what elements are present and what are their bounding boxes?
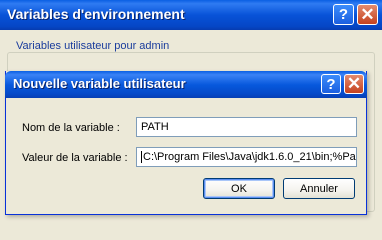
dialog-titlebar[interactable]: Nouvelle variable utilisateur ? ✕ bbox=[5, 71, 367, 98]
ok-button-label: OK bbox=[231, 182, 247, 195]
close-glyph: ✕ bbox=[346, 74, 362, 93]
help-icon[interactable]: ? bbox=[321, 74, 341, 94]
variable-name-value: PATH bbox=[141, 121, 169, 133]
text-caret bbox=[141, 151, 142, 163]
close-icon[interactable]: ✕ bbox=[357, 4, 378, 25]
window-title: Variables d'environnement bbox=[7, 6, 185, 22]
variable-name-field[interactable]: PATH bbox=[136, 117, 357, 137]
dialog-title: Nouvelle variable utilisateur bbox=[13, 76, 186, 91]
new-user-variable-dialog: Nouvelle variable utilisateur ? ✕ Nom de… bbox=[5, 71, 367, 215]
help-glyph: ? bbox=[326, 75, 336, 93]
dialog-body: Nom de la variable : PATH Valeur de la v… bbox=[6, 98, 366, 214]
cancel-button-label: Annuler bbox=[300, 182, 338, 195]
close-glyph: ✕ bbox=[360, 4, 375, 24]
variable-value-value: C:\Program Files\Java\jdk1.6.0_21\bin;%P… bbox=[143, 151, 356, 163]
ok-button[interactable]: OK bbox=[203, 178, 275, 199]
variable-value-field[interactable]: C:\Program Files\Java\jdk1.6.0_21\bin;%P… bbox=[136, 147, 357, 167]
cancel-button[interactable]: Annuler bbox=[283, 178, 355, 199]
close-icon[interactable]: ✕ bbox=[344, 74, 364, 94]
environment-variables-titlebar[interactable]: Variables d'environnement ? ✕ bbox=[0, 0, 382, 30]
variable-name-label: Nom de la variable : bbox=[22, 122, 120, 134]
user-variables-group-label: Variables utilisateur pour admin bbox=[13, 40, 173, 52]
variable-value-label: Valeur de la variable : bbox=[22, 152, 128, 164]
help-icon[interactable]: ? bbox=[333, 4, 354, 25]
help-glyph: ? bbox=[338, 6, 349, 23]
